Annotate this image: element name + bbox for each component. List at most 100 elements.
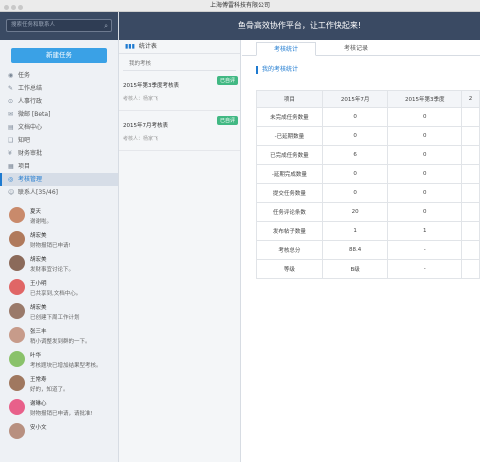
sidebar-item-label: 考核管理 <box>18 176 43 183</box>
bar-chart-icon: ▮▮▮ <box>125 43 135 50</box>
report-list: 2015年第3季度考核表 考核人：杨家飞 已自评 2015年7月考核表 考核人：杨… <box>119 71 240 151</box>
report-reviewer: 考核人：杨家飞 <box>123 96 159 102</box>
table-cell: 0 <box>387 145 463 165</box>
table-cell: 任务评论条数 <box>256 202 323 222</box>
contact-message: 考核题块已增加结果型考核。 <box>30 363 102 369</box>
contact-name: 夏天 <box>30 209 42 215</box>
sidebar-item[interactable]: ✎ 工作总结 <box>0 82 118 95</box>
sidebar-item[interactable]: ◎ 考核管理 <box>0 173 118 186</box>
sidebar-item[interactable]: ◉ 任务 <box>0 69 118 82</box>
table-cell: 1 <box>387 221 463 241</box>
tab-bar: 考核统计 考核记录 <box>242 40 480 56</box>
contact-message: 发财事宜讨论下。 <box>30 267 75 273</box>
contact-name: 谢琳心 <box>30 401 47 407</box>
avatar <box>9 207 25 223</box>
table-row: -延期完成数量 0 0 <box>256 164 480 184</box>
new-task-button[interactable]: 新建任务 <box>11 48 107 63</box>
table-cell: 0 <box>387 202 463 222</box>
contact-item[interactable]: 胡宏美 发财事宜讨论下。 <box>0 251 118 275</box>
contact-item[interactable]: 胡宏美 已创建下周工作计划 <box>0 299 118 323</box>
sidebar-item[interactable]: ▦ 项目 <box>0 160 118 173</box>
report-item[interactable]: 2015年7月考核表 考核人：杨家飞 已自评 <box>119 111 240 151</box>
stats-header[interactable]: ▮▮▮ 统计表 <box>119 40 240 54</box>
sidebar-item[interactable]: ¥ 财务审批 <box>0 147 118 160</box>
mail-icon: ✉ <box>8 111 14 118</box>
table-cell: 提交任务数量 <box>256 183 323 203</box>
table-cell: 0 <box>387 164 463 184</box>
contact-message: 财物报销已申请! <box>30 243 71 249</box>
report-item[interactable]: 2015年第3季度考核表 考核人：杨家飞 已自评 <box>119 71 240 111</box>
report-list-panel: ▮▮▮ 统计表 我的考核 2015年第3季度考核表 考核人：杨家飞 已自评 2015… <box>119 40 241 462</box>
table-cell <box>461 145 480 165</box>
avatar <box>9 351 25 367</box>
sidebar-item[interactable]: ⊙ 人事行政 <box>0 95 118 108</box>
window-titlebar: 上海傅雷科技有限公司 <box>0 0 480 12</box>
contact-message: 已创建下周工作计划 <box>30 315 80 321</box>
contact-item[interactable]: 王小明 已共享到,文档中心。 <box>0 275 118 299</box>
table-cell <box>461 107 480 127</box>
table-cell <box>461 126 480 146</box>
sidebar-item-label: 文档中心 <box>18 124 43 131</box>
sidebar-item-label: 微邮 [Beta] <box>18 111 51 118</box>
column-header: 2015年7月 <box>321 90 389 108</box>
sidebar-item-label: 项目 <box>18 163 31 170</box>
table-row: 考核总分 88.4- <box>256 240 480 260</box>
tab-review-stats[interactable]: 考核统计 <box>256 42 316 56</box>
contact-item[interactable]: 张三丰 稍小调整发到群的一下。 <box>0 323 118 347</box>
edit-icon: ✎ <box>8 85 14 92</box>
stats-header-label: 统计表 <box>138 43 157 50</box>
grid-icon: ▦ <box>8 163 14 170</box>
contact-item[interactable]: 叶华 考核题块已增加结果型考核。 <box>0 347 118 371</box>
search-input[interactable]: 搜索任务和联系人 ⌕ <box>6 19 112 32</box>
pin-icon: ⊙ <box>8 98 14 105</box>
contact-name: 胡宏美 <box>30 233 47 239</box>
search-icon[interactable]: ⌕ <box>104 21 108 32</box>
table-row: 已完成任务数量 6 0 <box>256 145 480 165</box>
column-header: 项目 <box>256 90 323 108</box>
sidebar-item-label: 人事行政 <box>18 98 43 105</box>
my-review-label: 我的考核 <box>123 58 236 71</box>
contact-name: 胡宏美 <box>30 305 47 311</box>
table-cell: 0 <box>387 183 463 203</box>
contact-item[interactable]: 胡宏美 财物报销已申请! <box>0 227 118 251</box>
contact-name: 王小明 <box>30 281 47 287</box>
slogan: 鱼骨高效协作平台，让工作快起来! <box>237 21 362 30</box>
avatar <box>9 303 25 319</box>
table-row: 等级 B级 - <box>256 259 480 279</box>
status-badge: 已自评 <box>216 76 238 85</box>
contact-name: 张三丰 <box>30 329 47 335</box>
contact-message: 谢谢啦。 <box>30 219 53 225</box>
money-icon: ¥ <box>8 150 12 157</box>
sidebar-item-label: 工作总结 <box>18 85 43 92</box>
table-cell: 6 <box>321 145 389 165</box>
table-row: 任务评论条数 20 0 <box>256 202 480 222</box>
sidebar-item-label: 知吧 <box>18 137 31 144</box>
table-cell: 未完成任务数量 <box>256 107 323 127</box>
contact-name: 叶华 <box>30 353 42 359</box>
table-row: 发布帖子数量 1 1 <box>256 221 480 241</box>
chat-icon: ❑ <box>8 137 14 144</box>
sidebar-item[interactable]: ❑ 知吧 <box>0 134 118 147</box>
contact-message <box>30 431 118 433</box>
table-cell: -延期完成数量 <box>256 164 323 184</box>
contact-message: 好的，知道了。 <box>30 387 69 393</box>
table-cell: B级 <box>321 259 389 279</box>
contact-name: 胡宏美 <box>30 257 47 263</box>
window-title: 上海傅雷科技有限公司 <box>209 2 270 9</box>
table-cell <box>461 240 480 260</box>
sidebar-item[interactable]: ▤ 文档中心 <box>0 121 118 134</box>
contact-item[interactable]: 王常寿 好的，知道了。 <box>0 371 118 395</box>
contact-item[interactable]: 夏天 谢谢啦。 <box>0 203 118 227</box>
tab-review-records[interactable]: 考核记录 <box>326 42 386 56</box>
sidebar-item[interactable]: ☺ 联系人[35/46] <box>0 186 118 199</box>
table-cell <box>461 259 480 279</box>
contact-name: 王常寿 <box>30 377 47 383</box>
sidebar-item[interactable]: ✉ 微邮 [Beta] <box>0 108 118 121</box>
column-header: 2015年第3季度 <box>387 90 463 108</box>
contact-item[interactable]: 谢琳心 财物报销已申请，请批准! <box>0 395 118 419</box>
table-row: -已延期数量 0 0 <box>256 126 480 146</box>
table-cell: -已延期数量 <box>256 126 323 146</box>
contact-item[interactable]: 安小文 <box>0 419 118 443</box>
table-cell: 0 <box>321 107 389 127</box>
contact-message: 财物报销已申请，请批准! <box>30 411 93 417</box>
